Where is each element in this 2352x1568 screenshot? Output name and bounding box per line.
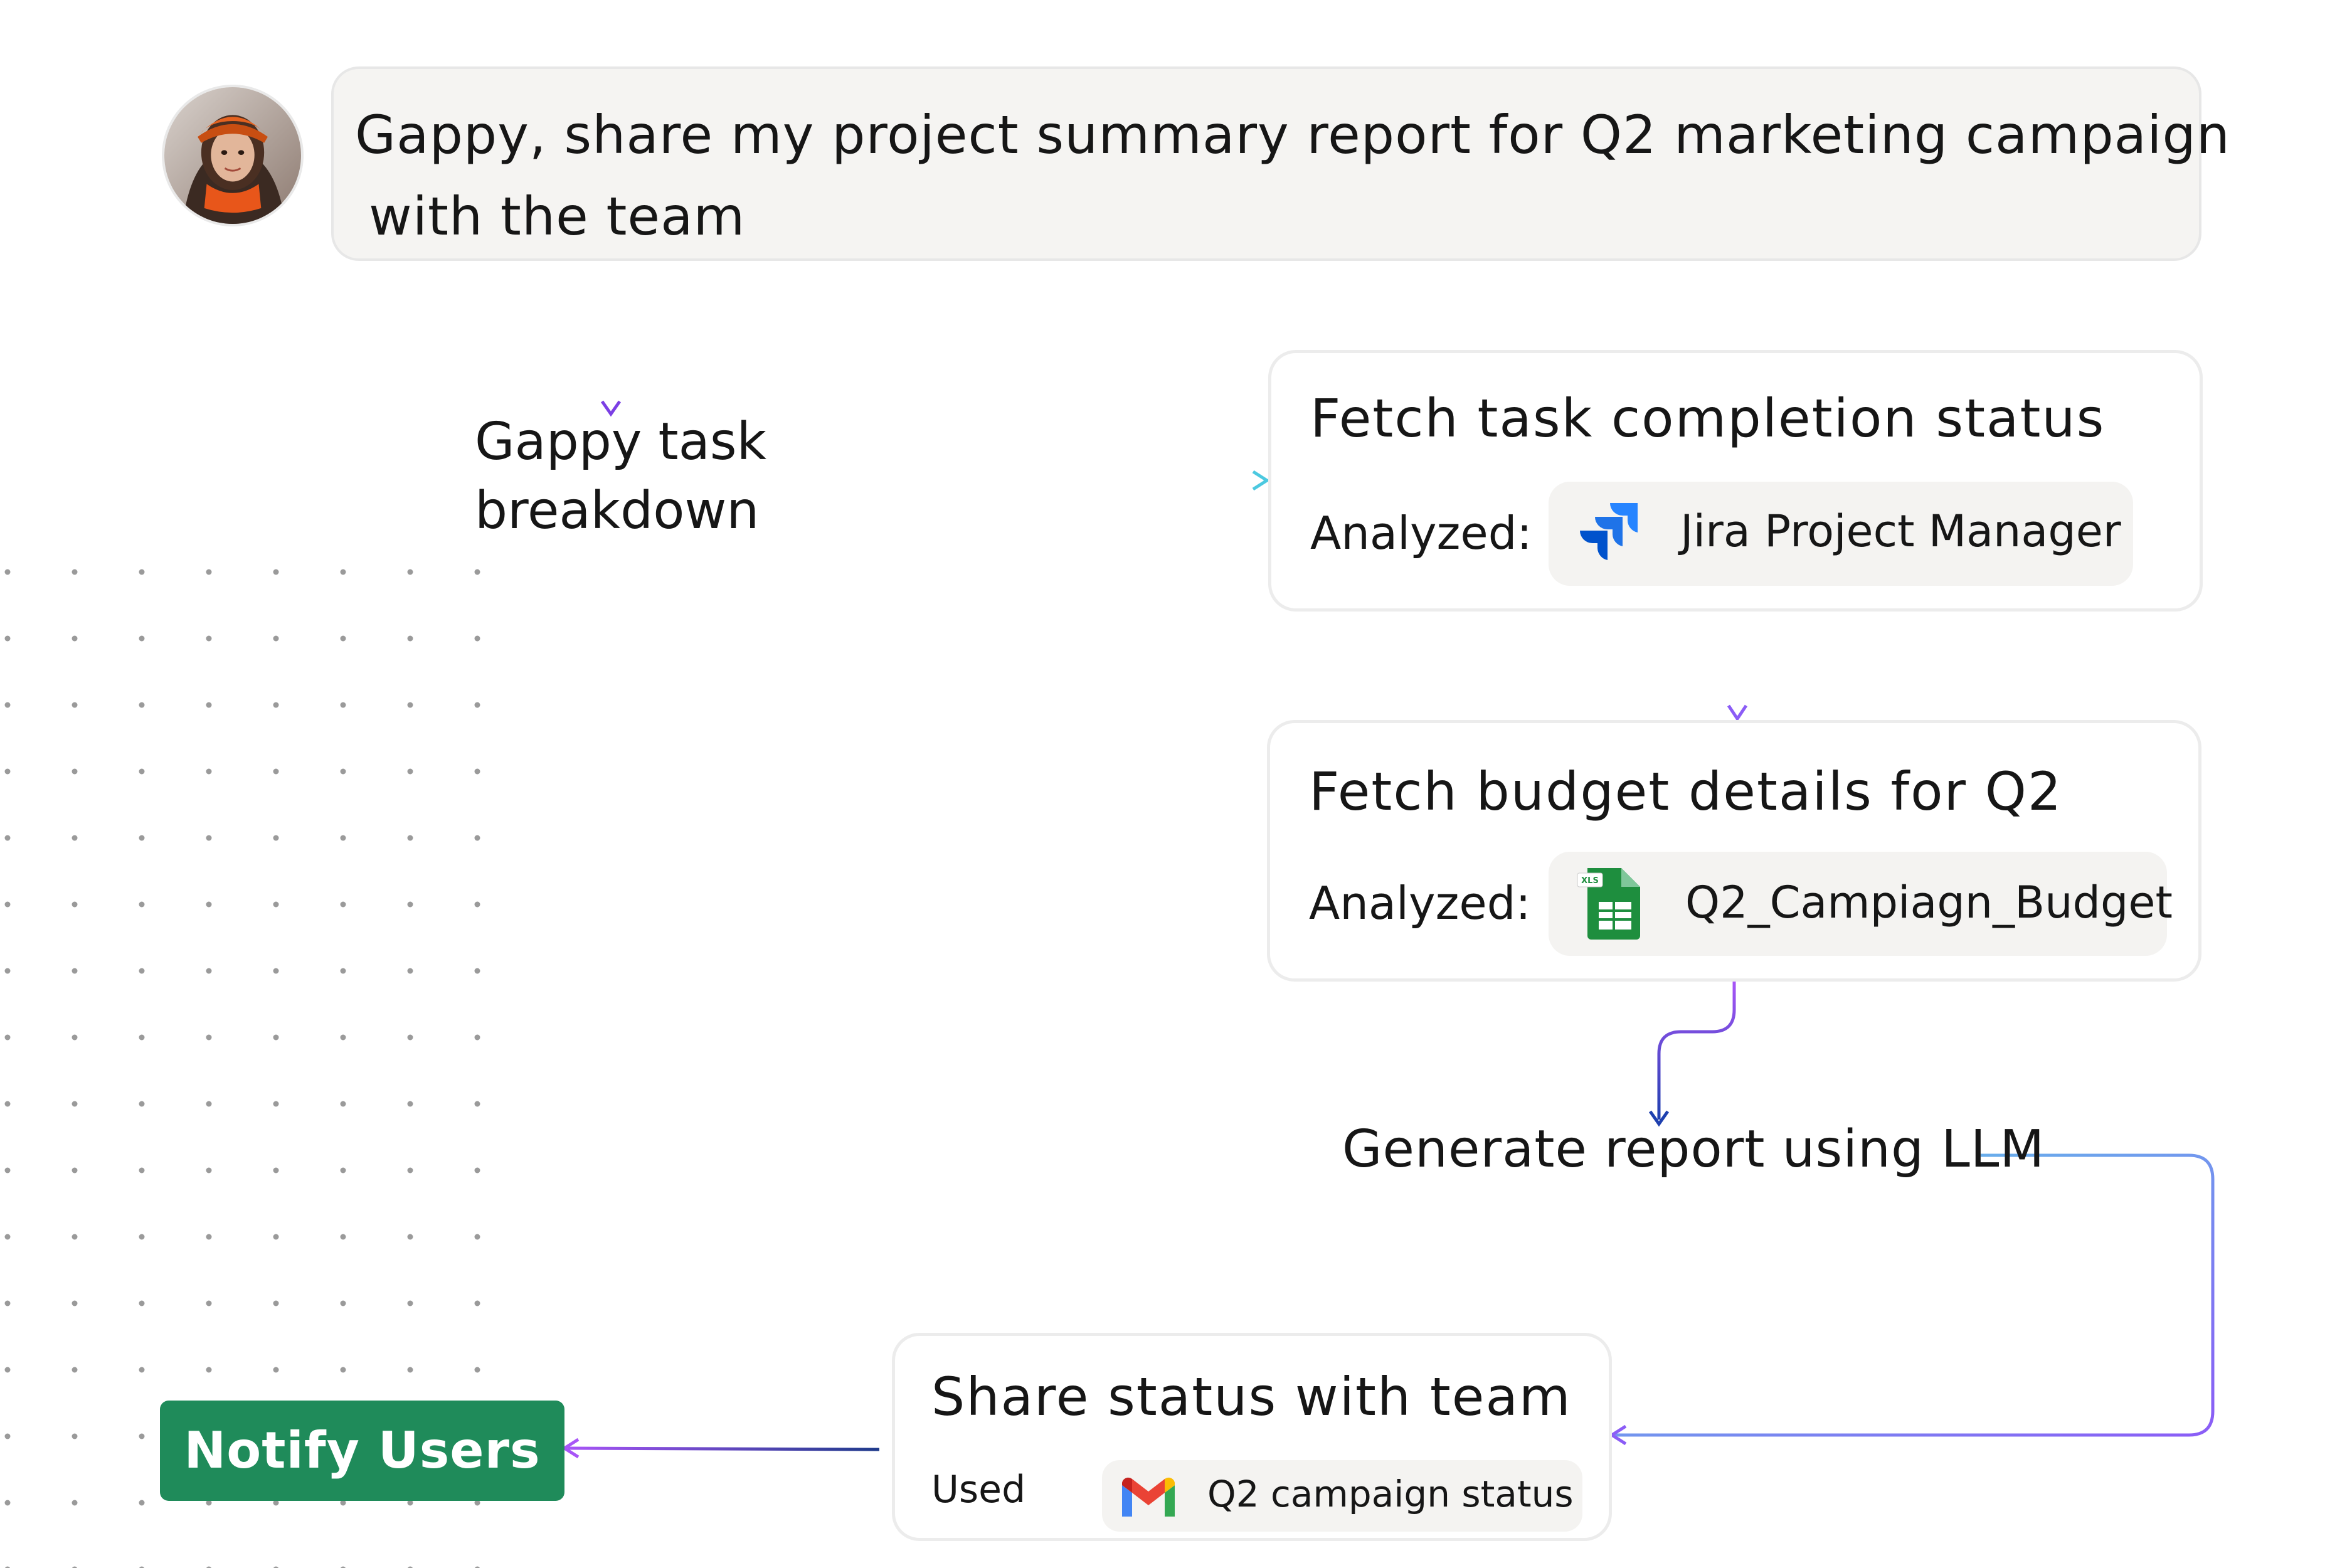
breakdown-line-1: Gappy task: [475, 412, 767, 472]
step-title: Fetch task completion status: [1310, 388, 2106, 449]
user-portrait-icon: [164, 87, 301, 224]
arrow-breakdown-to-fetch-task: [853, 470, 1270, 491]
step-card-share-status: Share status with team Used Q2 campaign …: [892, 1333, 1612, 1541]
jira-icon: [1580, 503, 1638, 560]
step-tag: Analyzed:: [1309, 877, 1531, 930]
user-avatar: [162, 85, 304, 226]
xls-sheet-icon: XLS: [1577, 868, 1640, 940]
arrow-generate-to-share: [1609, 1153, 2215, 1446]
generate-report-step: Generate report using LLM: [1342, 1120, 2045, 1179]
user-prompt-bubble: Gappy, share my project summary report f…: [331, 66, 2231, 261]
source-chip-budget-sheet: XLS Q2_Campiagn_Budget: [1549, 852, 2173, 956]
xls-label: XLS: [1581, 876, 1599, 886]
step-card-fetch-budget: Fetch budget details for Q2 Analyzed: XL…: [1267, 720, 2201, 982]
step-tag: Analyzed:: [1310, 507, 1532, 559]
arrow-fetch-budget-to-generate: [1648, 982, 1736, 1127]
source-name: Q2_Campiagn_Budget: [1685, 877, 2173, 928]
step-title: Share status with team: [931, 1366, 1572, 1428]
notify-users-button[interactable]: Notify Users: [160, 1401, 564, 1501]
prompt-line-2: with the team: [369, 186, 746, 247]
arrow-fetch-task-to-fetch-budget: [1727, 612, 1748, 722]
source-name: Jira Project Manager: [1680, 506, 2121, 557]
source-chip-gmail: Q2 campaign status: [1102, 1460, 1582, 1532]
step-title: Fetch budget details for Q2: [1309, 761, 2063, 822]
breakdown-line-2: breakdown: [475, 481, 760, 541]
arrow-share-to-notify: [561, 1438, 880, 1459]
source-name: Q2 campaign status: [1207, 1473, 1574, 1515]
gmail-icon: [1122, 1477, 1175, 1517]
step-tag: Used: [931, 1468, 1026, 1512]
step-card-fetch-task-status: Fetch task completion status Analyzed: J…: [1268, 350, 2203, 612]
source-chip-jira: Jira Project Manager: [1549, 482, 2133, 586]
prompt-line-1: Gappy, share my project summary report f…: [355, 104, 2231, 166]
task-breakdown-label: Gappy task breakdown: [475, 408, 801, 546]
arrow-prompt-to-breakdown: [600, 263, 622, 417]
